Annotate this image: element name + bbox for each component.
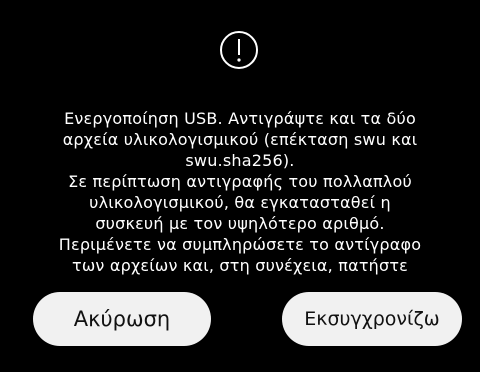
- message-line: των αρχείων και, στη συνέχεια, πατήστε: [71, 256, 409, 275]
- message-line: υλικολογισμικού, θα εγκατασταθεί η: [89, 193, 391, 212]
- message-line: swu.sha256).: [185, 151, 295, 170]
- cancel-button-label: Ακύρωση: [73, 307, 171, 331]
- exclamation-circle-icon: [220, 31, 258, 69]
- message-line: αρχεία υλικολογισμικού (επέκταση swu και: [62, 130, 418, 149]
- message-line: Περιμένετε να συμπληρώσετε το αντίγραφο: [58, 235, 422, 254]
- cancel-button[interactable]: Ακύρωση: [33, 292, 211, 346]
- dialog-message: Ενεργοποίηση USB. Αντιγράψτε και τα δύο …: [10, 108, 470, 290]
- update-button[interactable]: Εκσυγχρονίζω: [282, 292, 462, 346]
- message-line: Ενεργοποίηση USB. Αντιγράψτε και τα δύο: [64, 109, 416, 128]
- message-line: συσκευή με τον υψηλότερο αριθμό.: [95, 214, 385, 233]
- message-line: Σε περίπτωση αντιγραφής του πολλαπλού: [68, 172, 412, 191]
- usb-update-dialog: Ενεργοποίηση USB. Αντιγράψτε και τα δύο …: [0, 0, 480, 372]
- update-button-label: Εκσυγχρονίζω: [304, 308, 440, 330]
